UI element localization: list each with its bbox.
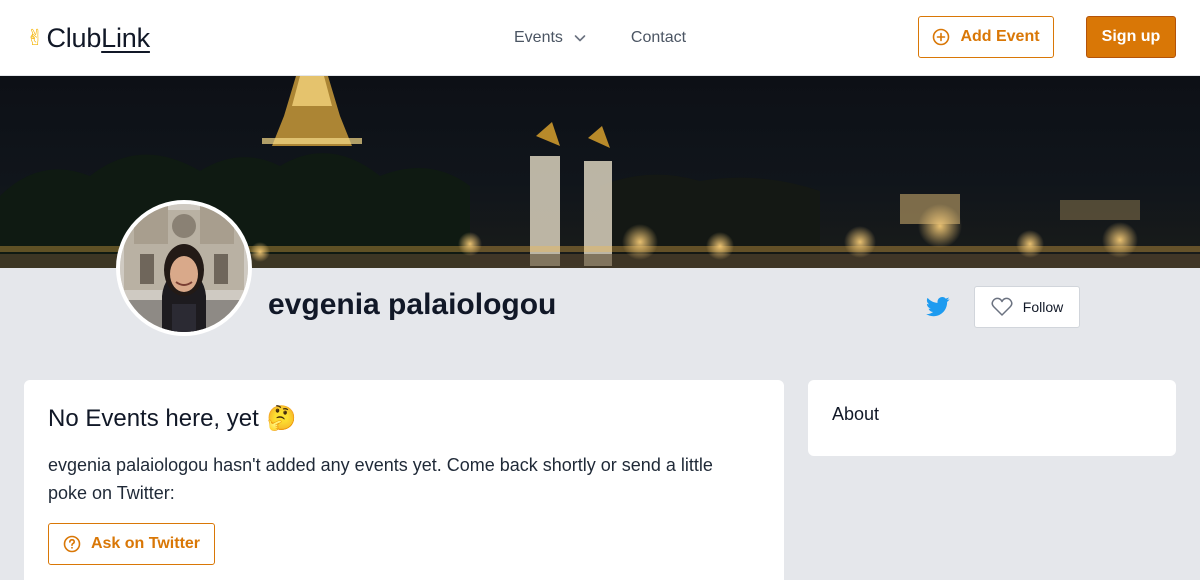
thinking-face-icon: 🤔 — [266, 405, 297, 432]
nav-events-dropdown[interactable]: Events — [514, 29, 587, 47]
plus-circle-icon — [933, 28, 950, 46]
follow-button[interactable]: Follow — [974, 286, 1080, 328]
profile-name: evgenia palaiologou — [268, 288, 557, 321]
ask-on-twitter-label: Ask on Twitter — [90, 535, 201, 552]
nav-events-label: Events — [514, 29, 563, 46]
nav-contact-link[interactable]: Contact — [631, 29, 686, 47]
about-card-title: About — [832, 404, 880, 424]
victory-hand-icon: ✌ — [26, 25, 45, 50]
avatar-photo — [120, 204, 248, 332]
chevron-down-icon — [574, 35, 586, 42]
events-card-heading: No Events here, yet 🤔 — [48, 404, 760, 433]
ask-on-twitter-button[interactable]: Ask on Twitter — [48, 523, 215, 565]
logo-text: ClubLink — [46, 22, 150, 54]
question-circle-icon — [63, 535, 81, 553]
add-event-button[interactable]: Add Event — [918, 16, 1054, 58]
add-event-label: Add Event — [960, 28, 1040, 45]
main-nav: Events Contact — [514, 24, 686, 52]
logo-text-club: Club — [46, 22, 102, 53]
clublink-logo[interactable]: ✌ ClubLink — [26, 20, 150, 56]
heart-icon — [991, 297, 1013, 316]
signup-label: Sign up — [1101, 28, 1161, 45]
twitter-profile-link[interactable] — [926, 296, 950, 318]
twitter-icon — [926, 297, 950, 317]
nav-contact-label: Contact — [630, 29, 687, 46]
events-card-title: No Events here, yet — [48, 404, 259, 432]
top-header: ✌ ClubLink Events Contact Add Event Sign… — [0, 0, 1200, 76]
events-card-message: evgenia palaiologou hasn't added any eve… — [48, 455, 713, 503]
logo-text-link: Link — [101, 22, 150, 53]
follow-label: Follow — [1022, 299, 1064, 315]
events-card: No Events here, yet 🤔 evgenia palaiologo… — [24, 380, 784, 580]
signup-button[interactable]: Sign up — [1086, 16, 1176, 58]
profile-avatar — [116, 200, 252, 336]
about-card: About — [808, 380, 1176, 456]
